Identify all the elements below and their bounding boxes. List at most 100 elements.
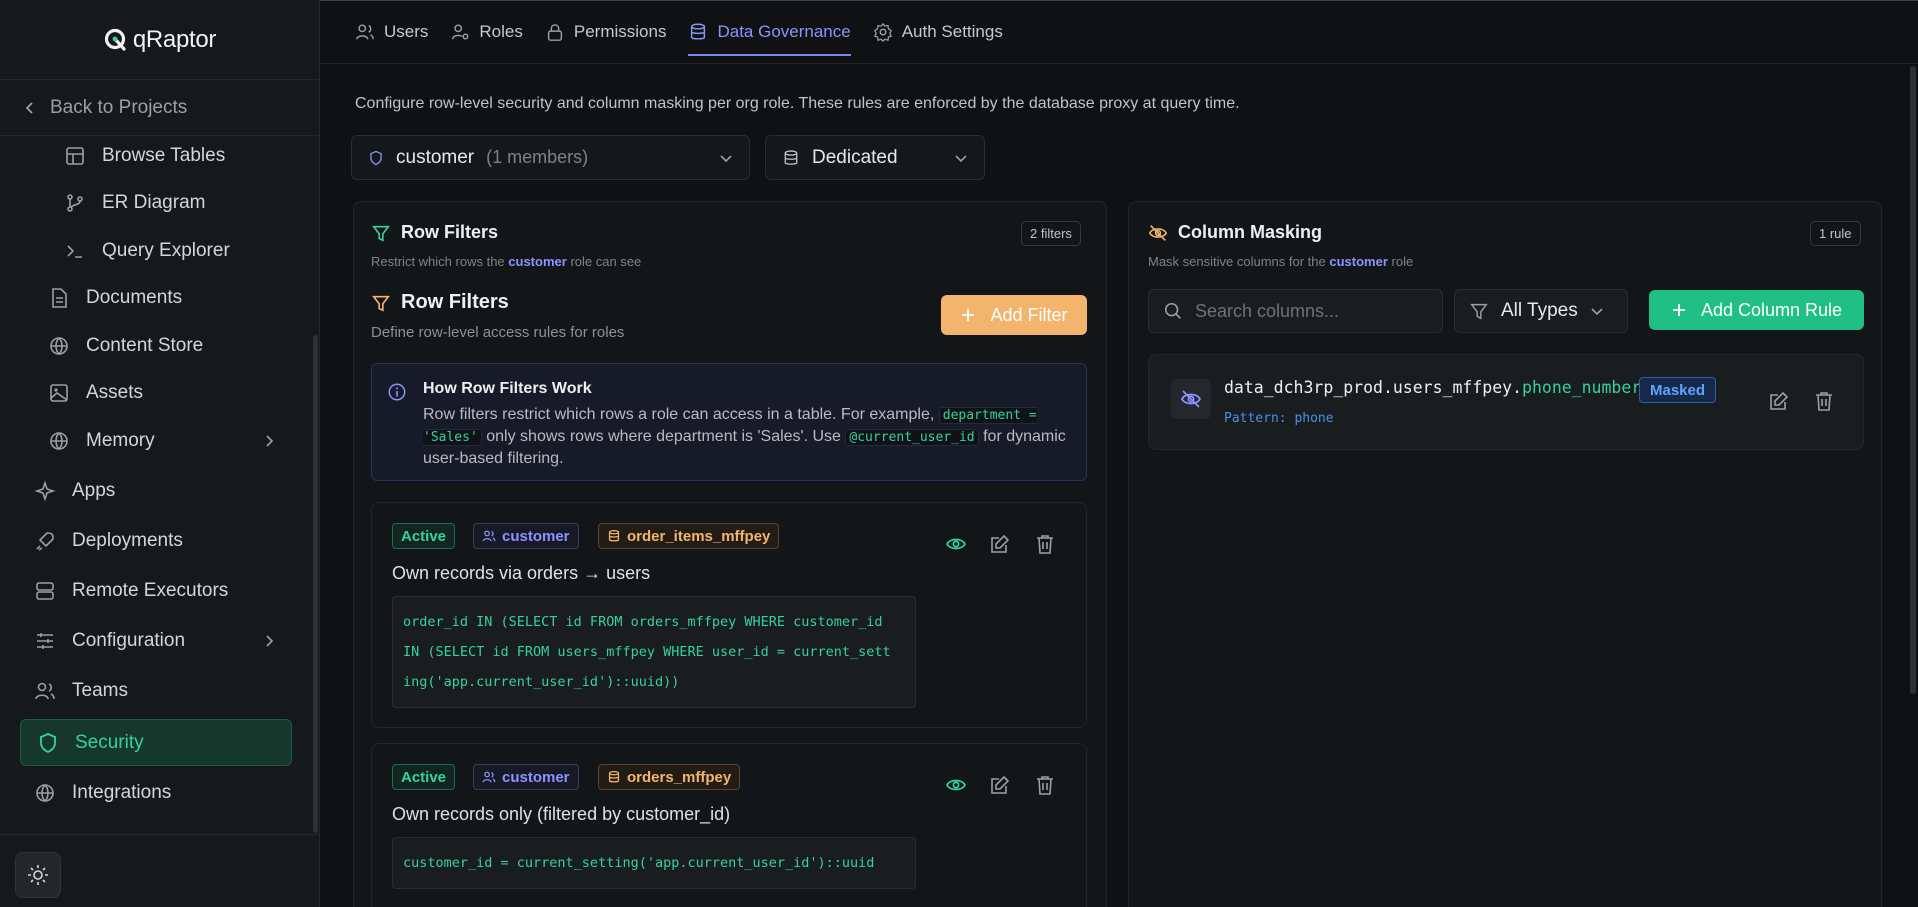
trash-icon[interactable] xyxy=(1034,533,1056,555)
search-columns-input[interactable] xyxy=(1195,300,1425,322)
database-icon xyxy=(691,23,706,40)
row-filters-title: Row Filters xyxy=(401,222,499,242)
eye-icon[interactable] xyxy=(945,533,967,555)
filter-icon xyxy=(372,225,390,242)
type-filter-select[interactable]: All Types xyxy=(1454,289,1628,333)
image-icon xyxy=(50,384,68,402)
sidebar-item-label: Documents xyxy=(86,287,183,308)
sidebar-item-teams[interactable]: Teams xyxy=(34,680,128,702)
add-filter-button[interactable]: Add Filter xyxy=(941,295,1087,335)
sidebar-item-browse-tables[interactable]: Browse Tables xyxy=(64,145,225,167)
sidebar-item-memory[interactable]: Memory xyxy=(48,430,274,452)
app-name: qRaptor xyxy=(132,25,217,53)
role-select[interactable]: customer (1 members) xyxy=(351,135,750,180)
tab-label: Data Governance xyxy=(717,21,851,41)
tab-permissions[interactable]: Permissions xyxy=(545,0,666,64)
qraptor-logo-icon xyxy=(104,28,126,51)
subtitle-role: customer xyxy=(508,254,567,269)
edit-icon[interactable] xyxy=(989,774,1011,796)
trash-icon[interactable] xyxy=(1813,390,1835,412)
users-icon xyxy=(356,23,374,39)
info-code-variable: @current_user_id xyxy=(845,429,979,446)
masked-column-path: data_dch3rp_prod.users_mffpey.phone_numb… xyxy=(1224,378,1641,397)
sidebar-item-label: Security xyxy=(75,731,144,753)
page-description: Configure row-level security and column … xyxy=(355,95,1240,112)
theme-toggle-button[interactable] xyxy=(15,852,61,898)
sidebar-item-label: Configuration xyxy=(72,630,186,651)
sidebar-item-er-diagram[interactable]: ER Diagram xyxy=(64,192,205,214)
masked-column-icon xyxy=(1171,379,1211,419)
sidebar-item-assets[interactable]: Assets xyxy=(48,382,143,404)
subtitle-suffix: role can see xyxy=(570,254,642,269)
trash-icon[interactable] xyxy=(1034,774,1056,796)
tab-users[interactable]: Users xyxy=(355,0,428,64)
role-badge-label: customer xyxy=(502,527,570,545)
users-icon xyxy=(482,771,496,783)
globe-icon xyxy=(36,784,54,802)
info-icon xyxy=(388,383,406,401)
subtitle-suffix: role xyxy=(1391,254,1414,269)
row-filters-header: Row Filters xyxy=(371,222,498,243)
row-filters-inner-header: Row Filters xyxy=(371,291,509,314)
tab-roles[interactable]: Roles xyxy=(450,0,523,64)
main-scrollbar[interactable] xyxy=(1910,66,1916,694)
column-masking-header: Column Masking xyxy=(1148,222,1322,243)
shield-icon xyxy=(40,732,56,753)
tab-label: Roles xyxy=(479,21,523,41)
tab-auth-settings[interactable]: Auth Settings xyxy=(873,0,1003,64)
sidebar-item-label: Assets xyxy=(86,382,144,403)
sidebar-item-label: Query Explorer xyxy=(102,240,230,261)
sidebar-item-security[interactable]: Security xyxy=(20,719,292,766)
search-icon xyxy=(1164,302,1181,319)
sidebar-item-label: Memory xyxy=(86,430,155,451)
filter-sql: customer_id = current_setting('app.curre… xyxy=(392,837,916,889)
eye-off-icon xyxy=(1148,224,1168,241)
chevron-right-icon xyxy=(266,435,274,447)
sidebar: qRaptor Back to Projects Browse Tables E… xyxy=(0,0,320,907)
edit-icon[interactable] xyxy=(1768,390,1790,412)
eye-icon[interactable] xyxy=(945,774,967,796)
tab-label: Users xyxy=(384,21,429,41)
filter-card: Active customer orders_mffpey Own record… xyxy=(371,743,1087,907)
status-badge: Active xyxy=(392,523,456,549)
column-search[interactable] xyxy=(1148,289,1443,333)
info-text: Row filters restrict which rows a role c… xyxy=(423,404,1073,469)
filter-sql: order_id IN (SELECT id FROM orders_mffpe… xyxy=(392,596,916,708)
sql-line: ing('app.current_user_id')::uuid)) xyxy=(403,674,680,690)
table-path: data_dch3rp_prod.users_mffpey. xyxy=(1224,378,1523,397)
sidebar-item-configuration[interactable]: Configuration xyxy=(34,630,274,652)
back-label: Back to Projects xyxy=(50,96,188,118)
database-icon xyxy=(784,149,798,165)
sidebar-item-content-store[interactable]: Content Store xyxy=(48,335,203,357)
info-text-2: only shows rows where department is 'Sal… xyxy=(486,428,841,445)
mode-select[interactable]: Dedicated xyxy=(765,135,985,180)
sun-icon xyxy=(28,865,48,885)
sql-line: IN (SELECT id FROM users_mffpey WHERE us… xyxy=(403,644,891,660)
back-to-projects-link[interactable]: Back to Projects xyxy=(0,80,319,136)
mode-select-value: Dedicated xyxy=(812,146,898,168)
document-icon xyxy=(52,288,67,308)
edit-icon[interactable] xyxy=(989,533,1011,555)
rule-count-badge: 1 rule xyxy=(1810,221,1861,246)
row-filters-inner-title: Row Filters xyxy=(401,291,509,313)
sql-line: customer_id = current_setting('app.curre… xyxy=(403,855,875,871)
sidebar-item-integrations[interactable]: Integrations xyxy=(34,782,171,804)
row-filters-inner-subtitle: Define row-level access rules for roles xyxy=(371,324,625,341)
sidebar-item-documents[interactable]: Documents xyxy=(48,287,182,309)
type-filter-value: All Types xyxy=(1501,300,1578,321)
users-icon xyxy=(35,682,55,700)
sidebar-scrollbar[interactable] xyxy=(313,335,318,833)
add-column-rule-button[interactable]: Add Column Rule xyxy=(1649,290,1864,330)
table-badge-label: orders_mffpey xyxy=(627,768,732,786)
sidebar-item-apps[interactable]: Apps xyxy=(34,480,115,502)
subtitle-role: customer xyxy=(1329,254,1388,269)
sidebar-item-deployments[interactable]: Deployments xyxy=(34,530,183,552)
filter-name: Own records via orders → users xyxy=(392,563,651,583)
eye-off-icon xyxy=(1180,390,1202,408)
role-badge: customer xyxy=(473,523,579,549)
app-logo[interactable]: qRaptor xyxy=(0,0,319,80)
globe-icon xyxy=(50,432,68,450)
sidebar-item-query-explorer[interactable]: Query Explorer xyxy=(64,240,230,262)
tab-data-governance[interactable]: Data Governance xyxy=(688,0,851,64)
sidebar-item-remote-executors[interactable]: Remote Executors xyxy=(34,580,228,602)
